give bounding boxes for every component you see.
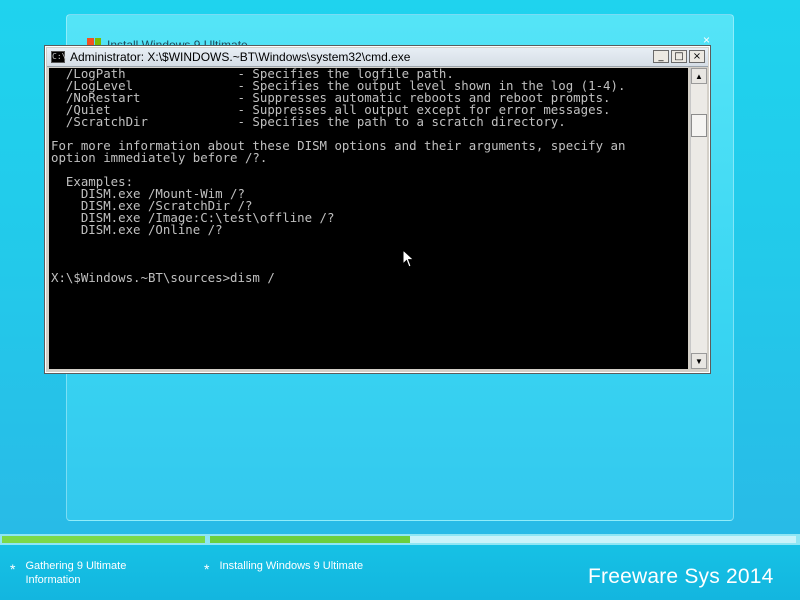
progress-segment-gathering xyxy=(2,536,205,543)
maximize-button[interactable]: □ xyxy=(671,50,687,63)
installer-close-button[interactable]: × xyxy=(703,34,713,46)
mouse-cursor-icon xyxy=(402,249,415,268)
cmd-titlebar[interactable]: C:\ Administrator: X:\$WINDOWS.~BT\Windo… xyxy=(47,48,708,67)
step-label: Gathering 9 Ultimate Information xyxy=(25,560,127,586)
cmd-window-title: Administrator: X:\$WINDOWS.~BT\Windows\s… xyxy=(70,50,411,64)
step-gathering: * Gathering 9 Ultimate Information xyxy=(10,558,126,587)
close-button[interactable]: × xyxy=(689,50,705,63)
progress-segment-installing xyxy=(210,536,410,543)
console-output[interactable]: /LogPath - Specifies the logfile path. /… xyxy=(49,68,688,369)
brand-watermark: Freeware Sys 2014 xyxy=(588,565,774,588)
scroll-down-arrow-icon[interactable]: ▼ xyxy=(691,353,707,369)
window-controls: _ □ × xyxy=(653,50,705,63)
scrollbar-thumb[interactable] xyxy=(691,114,707,137)
step-star-icon: * xyxy=(204,561,210,577)
progress-segment-remaining xyxy=(410,536,796,543)
minimize-button[interactable]: _ xyxy=(653,50,669,63)
cmd-app-icon[interactable]: C:\ xyxy=(51,51,66,63)
step-label: Installing Windows 9 Ultimate xyxy=(219,560,364,572)
step-star-icon: * xyxy=(10,561,16,577)
vertical-scrollbar[interactable]: ▲ ▼ xyxy=(690,68,707,369)
step-installing: * Installing Windows 9 Ultimate xyxy=(204,558,363,580)
scroll-up-arrow-icon[interactable]: ▲ xyxy=(691,68,707,84)
console-text[interactable]: /LogPath - Specifies the logfile path. /… xyxy=(49,68,688,284)
cmd-window[interactable]: C:\ Administrator: X:\$WINDOWS.~BT\Windo… xyxy=(44,45,711,374)
